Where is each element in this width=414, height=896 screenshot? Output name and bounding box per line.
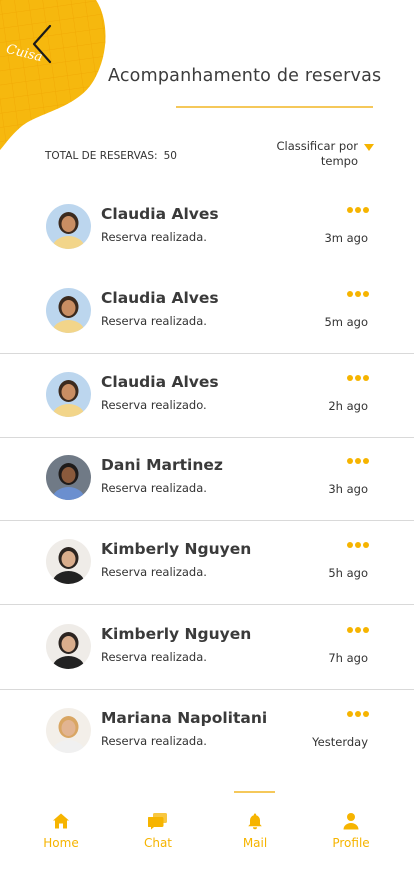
- reservation-message: Reserva realizada.: [101, 565, 207, 579]
- profile-icon: [343, 813, 359, 830]
- more-options-icon[interactable]: [346, 374, 370, 382]
- corner-decoration: Cuisa: [0, 0, 106, 150]
- home-icon: [53, 813, 69, 829]
- title-underline: [176, 106, 373, 108]
- reservation-name: Claudia Alves: [101, 373, 219, 391]
- more-options-icon[interactable]: [346, 626, 370, 634]
- reservation-name: Dani Martinez: [101, 456, 223, 474]
- more-options-icon[interactable]: [346, 290, 370, 298]
- tab-chat-label: Chat: [143, 836, 173, 850]
- tab-profile[interactable]: Profile: [311, 812, 391, 850]
- chat-icon: [148, 813, 167, 830]
- sort-dropdown-icon[interactable]: [364, 144, 374, 151]
- reservation-row[interactable]: Claudia Alves Reserva realizada. 3m ago: [0, 186, 414, 270]
- reservation-time: Yesterday: [312, 735, 368, 749]
- total-label: TOTAL DE RESERVAS:: [45, 150, 158, 162]
- reservation-time: 3h ago: [328, 482, 368, 496]
- more-options-icon[interactable]: [346, 710, 370, 718]
- reservation-row[interactable]: Kimberly Nguyen Reserva realizada. 7h ago: [0, 606, 414, 690]
- avatar: [46, 204, 91, 249]
- tab-mail[interactable]: Mail: [215, 812, 295, 850]
- reservation-row[interactable]: Kimberly Nguyen Reserva realizada. 5h ago: [0, 521, 414, 605]
- more-options-icon[interactable]: [346, 541, 370, 549]
- avatar: [46, 708, 91, 753]
- total-reservations: TOTAL DE RESERVAS: 50: [45, 150, 177, 162]
- back-arrow-icon[interactable]: [28, 22, 56, 66]
- reservation-time: 5h ago: [328, 566, 368, 580]
- avatar: [46, 288, 91, 333]
- reservation-time: 5m ago: [324, 315, 368, 329]
- reservation-row[interactable]: Dani Martinez Reserva realizada. 3h ago: [0, 437, 414, 521]
- reservation-name: Kimberly Nguyen: [101, 625, 252, 643]
- active-tab-indicator: [234, 791, 275, 793]
- avatar: [46, 624, 91, 669]
- reservation-message: Reserva realizado.: [101, 398, 207, 412]
- reservation-message: Reserva realizada.: [101, 481, 207, 495]
- tab-profile-label: Profile: [332, 836, 370, 850]
- reservation-row[interactable]: Mariana Napolitani Reserva realizada. Yest…: [0, 690, 414, 774]
- avatar: [46, 455, 91, 500]
- more-options-icon[interactable]: [346, 206, 370, 214]
- reservation-time: 7h ago: [328, 651, 368, 665]
- avatar: [46, 372, 91, 417]
- bell-icon: [248, 813, 262, 830]
- row-divider: [0, 604, 414, 605]
- reservation-row[interactable]: Claudia Alves Reserva realizado. 2h ago: [0, 354, 414, 438]
- tab-home[interactable]: Home: [21, 812, 101, 850]
- reservation-message: Reserva realizada.: [101, 734, 207, 748]
- tab-home-label: Home: [43, 836, 79, 850]
- reservation-message: Reserva realizada.: [101, 230, 207, 244]
- reservation-row[interactable]: Claudia Alves Reserva realizada. 5m ago: [0, 270, 414, 354]
- reservation-name: Claudia Alves: [101, 289, 219, 307]
- total-value: 50: [163, 150, 177, 162]
- reservation-name: Mariana Napolitani: [101, 709, 268, 727]
- reservation-message: Reserva realizada.: [101, 314, 207, 328]
- avatar: [46, 539, 91, 584]
- reservation-name: Claudia Alves: [101, 205, 219, 223]
- reservation-message: Reserva realizada.: [101, 650, 207, 664]
- tab-chat[interactable]: Chat: [118, 812, 198, 850]
- more-options-icon[interactable]: [346, 457, 370, 465]
- reservation-time: 2h ago: [328, 399, 368, 413]
- sort-button[interactable]: Classificar por tempo: [256, 139, 358, 169]
- reservation-time: 3m ago: [324, 231, 368, 245]
- tab-mail-label: Mail: [242, 836, 268, 850]
- reservation-name: Kimberly Nguyen: [101, 540, 252, 558]
- page-title: Acompanhamento de reservas: [108, 66, 382, 86]
